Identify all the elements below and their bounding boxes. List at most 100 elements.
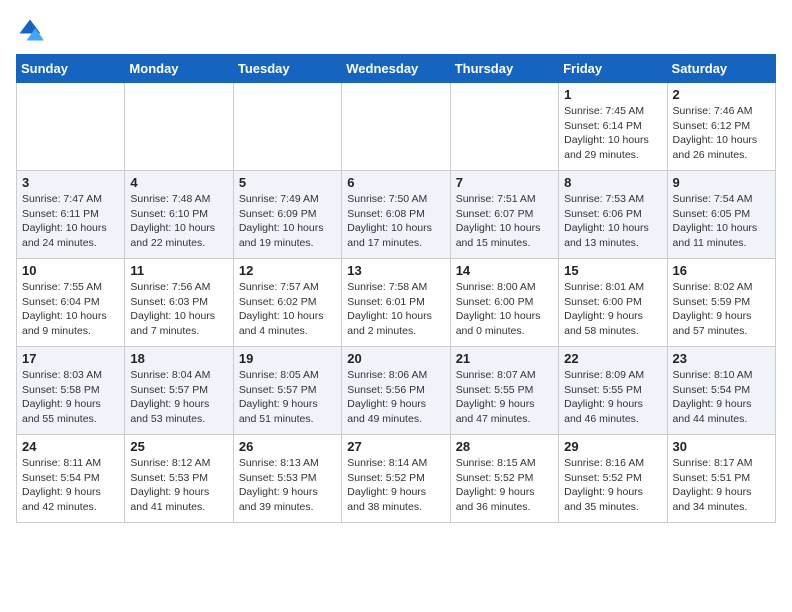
calendar-cell: 13 Sunrise: 7:58 AM Sunset: 6:01 PM Dayli… [342,259,450,347]
day-info: Sunrise: 8:11 AM Sunset: 5:54 PM Dayligh… [22,456,119,515]
day-info: Sunrise: 7:48 AM Sunset: 6:10 PM Dayligh… [130,192,227,251]
day-info: Sunrise: 8:03 AM Sunset: 5:58 PM Dayligh… [22,368,119,427]
day-number: 30 [673,439,770,454]
header [16,16,776,44]
day-info: Sunrise: 8:06 AM Sunset: 5:56 PM Dayligh… [347,368,444,427]
calendar-cell: 20 Sunrise: 8:06 AM Sunset: 5:56 PM Dayli… [342,347,450,435]
day-info: Sunrise: 8:10 AM Sunset: 5:54 PM Dayligh… [673,368,770,427]
calendar-cell: 18 Sunrise: 8:04 AM Sunset: 5:57 PM Dayli… [125,347,233,435]
calendar-cell: 6 Sunrise: 7:50 AM Sunset: 6:08 PM Daylig… [342,171,450,259]
calendar-cell: 12Sunrise: 7:57 AM Sunset: 6:02 PM Dayli… [233,259,341,347]
calendar-cell: 24Sunrise: 8:11 AM Sunset: 5:54 PM Dayli… [17,435,125,523]
day-info: Sunrise: 7:53 AM Sunset: 6:06 PM Dayligh… [564,192,661,251]
day-number: 7 [456,175,553,190]
day-number: 13 [347,263,444,278]
calendar-cell: 9 Sunrise: 7:54 AM Sunset: 6:05 PM Daylig… [667,171,775,259]
calendar-cell: 4 Sunrise: 7:48 AM Sunset: 6:10 PM Daylig… [125,171,233,259]
day-info: Sunrise: 8:02 AM Sunset: 5:59 PM Dayligh… [673,280,770,339]
calendar-cell: 8 Sunrise: 7:53 AM Sunset: 6:06 PM Daylig… [559,171,667,259]
calendar-cell: 17 Sunrise: 8:03 AM Sunset: 5:58 PM Dayli… [17,347,125,435]
day-number: 18 [130,351,227,366]
calendar-cell: 29 Sunrise: 8:16 AM Sunset: 5:52 PM Dayli… [559,435,667,523]
week-row-2: 3 Sunrise: 7:47 AM Sunset: 6:11 PM Daylig… [17,171,776,259]
day-info: Sunrise: 7:47 AM Sunset: 6:11 PM Dayligh… [22,192,119,251]
day-info: Sunrise: 8:00 AM Sunset: 6:00 PM Dayligh… [456,280,553,339]
calendar-table: SundayMondayTuesdayWednesdayThursdayFrid… [16,54,776,523]
calendar-cell [125,83,233,171]
day-number: 10 [22,263,119,278]
day-info: Sunrise: 8:14 AM Sunset: 5:52 PM Dayligh… [347,456,444,515]
logo [16,16,48,44]
day-info: Sunrise: 8:16 AM Sunset: 5:52 PM Dayligh… [564,456,661,515]
calendar-cell: 23 Sunrise: 8:10 AM Sunset: 5:54 PM Dayli… [667,347,775,435]
day-number: 15 [564,263,661,278]
calendar-cell: 15 Sunrise: 8:01 AM Sunset: 6:00 PM Dayli… [559,259,667,347]
day-info: Sunrise: 8:17 AM Sunset: 5:51 PM Dayligh… [673,456,770,515]
header-day-friday: Friday [559,55,667,83]
calendar-cell [450,83,558,171]
day-info: Sunrise: 7:51 AM Sunset: 6:07 PM Dayligh… [456,192,553,251]
day-number: 3 [22,175,119,190]
calendar-cell: 19 Sunrise: 8:05 AM Sunset: 5:57 PM Dayli… [233,347,341,435]
day-info: Sunrise: 7:55 AM Sunset: 6:04 PM Dayligh… [22,280,119,339]
day-info: Sunrise: 7:45 AM Sunset: 6:14 PM Dayligh… [564,104,661,163]
day-number: 29 [564,439,661,454]
header-day-tuesday: Tuesday [233,55,341,83]
header-day-sunday: Sunday [17,55,125,83]
calendar-cell: 1 Sunrise: 7:45 AM Sunset: 6:14 PM Daylig… [559,83,667,171]
header-day-thursday: Thursday [450,55,558,83]
day-info: Sunrise: 7:46 AM Sunset: 6:12 PM Dayligh… [673,104,770,163]
day-number: 14 [456,263,553,278]
day-number: 8 [564,175,661,190]
day-number: 11 [130,263,227,278]
logo-icon [16,16,44,44]
calendar-cell: 25 Sunrise: 8:12 AM Sunset: 5:53 PM Dayli… [125,435,233,523]
day-info: Sunrise: 7:50 AM Sunset: 6:08 PM Dayligh… [347,192,444,251]
day-number: 17 [22,351,119,366]
day-number: 25 [130,439,227,454]
day-number: 23 [673,351,770,366]
day-number: 9 [673,175,770,190]
calendar-cell: 3 Sunrise: 7:47 AM Sunset: 6:11 PM Daylig… [17,171,125,259]
week-row-1: 1 Sunrise: 7:45 AM Sunset: 6:14 PM Daylig… [17,83,776,171]
calendar-cell: 10 Sunrise: 7:55 AM Sunset: 6:04 PM Dayli… [17,259,125,347]
calendar-cell: 21 Sunrise: 8:07 AM Sunset: 5:55 PM Dayli… [450,347,558,435]
day-number: 6 [347,175,444,190]
day-info: Sunrise: 8:13 AM Sunset: 5:53 PM Dayligh… [239,456,336,515]
day-info: Sunrise: 8:15 AM Sunset: 5:52 PM Dayligh… [456,456,553,515]
calendar-cell: 5Sunrise: 7:49 AM Sunset: 6:09 PM Daylig… [233,171,341,259]
day-number: 1 [564,87,661,102]
day-number: 27 [347,439,444,454]
header-row: SundayMondayTuesdayWednesdayThursdayFrid… [17,55,776,83]
calendar-cell: 7 Sunrise: 7:51 AM Sunset: 6:07 PM Daylig… [450,171,558,259]
week-row-3: 10 Sunrise: 7:55 AM Sunset: 6:04 PM Dayli… [17,259,776,347]
calendar-cell: 2Sunrise: 7:46 AM Sunset: 6:12 PM Daylig… [667,83,775,171]
calendar-cell: 14 Sunrise: 8:00 AM Sunset: 6:00 PM Dayli… [450,259,558,347]
header-day-monday: Monday [125,55,233,83]
week-row-4: 17 Sunrise: 8:03 AM Sunset: 5:58 PM Dayli… [17,347,776,435]
day-number: 20 [347,351,444,366]
day-info: Sunrise: 8:09 AM Sunset: 5:55 PM Dayligh… [564,368,661,427]
week-row-5: 24Sunrise: 8:11 AM Sunset: 5:54 PM Dayli… [17,435,776,523]
day-info: Sunrise: 8:07 AM Sunset: 5:55 PM Dayligh… [456,368,553,427]
day-info: Sunrise: 8:01 AM Sunset: 6:00 PM Dayligh… [564,280,661,339]
day-number: 16 [673,263,770,278]
day-info: Sunrise: 7:54 AM Sunset: 6:05 PM Dayligh… [673,192,770,251]
day-info: Sunrise: 8:04 AM Sunset: 5:57 PM Dayligh… [130,368,227,427]
day-number: 4 [130,175,227,190]
day-number: 26 [239,439,336,454]
day-number: 5 [239,175,336,190]
day-number: 19 [239,351,336,366]
calendar-cell: 22Sunrise: 8:09 AM Sunset: 5:55 PM Dayli… [559,347,667,435]
calendar-cell: 16 Sunrise: 8:02 AM Sunset: 5:59 PM Dayli… [667,259,775,347]
header-day-saturday: Saturday [667,55,775,83]
day-info: Sunrise: 7:56 AM Sunset: 6:03 PM Dayligh… [130,280,227,339]
day-info: Sunrise: 8:12 AM Sunset: 5:53 PM Dayligh… [130,456,227,515]
day-number: 21 [456,351,553,366]
calendar-cell: 26 Sunrise: 8:13 AM Sunset: 5:53 PM Dayli… [233,435,341,523]
calendar-cell [17,83,125,171]
calendar-cell [342,83,450,171]
day-info: Sunrise: 7:58 AM Sunset: 6:01 PM Dayligh… [347,280,444,339]
day-info: Sunrise: 8:05 AM Sunset: 5:57 PM Dayligh… [239,368,336,427]
header-day-wednesday: Wednesday [342,55,450,83]
